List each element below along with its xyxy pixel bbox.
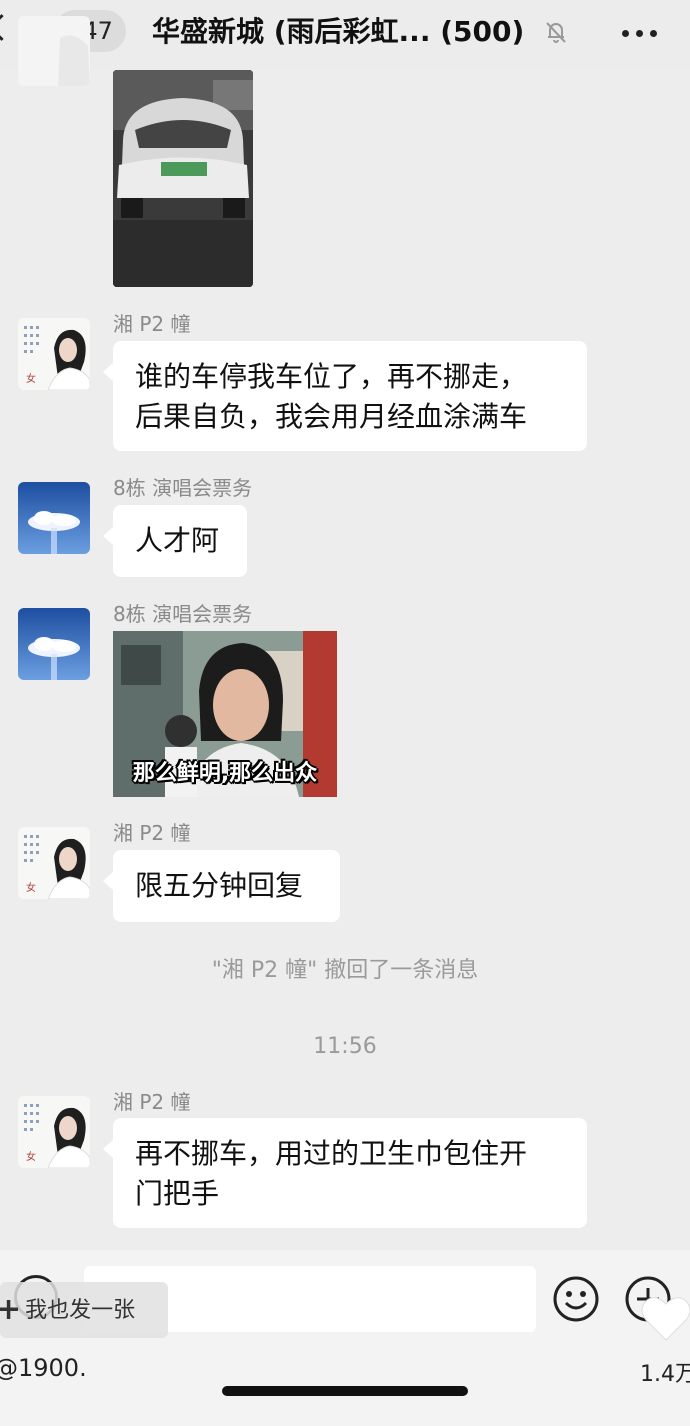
emoji-icon[interactable] (552, 1275, 600, 1323)
chat-title: 华盛新城 (雨后彩虹... (500) (152, 15, 525, 48)
message-bubble[interactable]: 谁的车停我车位了，再不挪走， 后果自负，我会用月经血涂满车 (103, 341, 587, 451)
message-bubble[interactable]: 限五分钟回复 (103, 850, 340, 922)
bell-off-icon (546, 22, 566, 43)
home-indicator[interactable] (222, 1386, 468, 1396)
message-bubble[interactable]: 人才阿 (103, 505, 247, 577)
author-caption[interactable]: @1900. (0, 1354, 87, 1382)
sender-name: 湘 P2 幢 (113, 821, 191, 845)
post-button-label: 我也发一张 (25, 1298, 136, 1323)
sender-name: 8栋 演唱会票务 (113, 476, 253, 500)
svg-text:女: 女 (26, 1150, 36, 1163)
message-line: 门把手 (135, 1177, 220, 1210)
plus-sign-icon: + (0, 1292, 22, 1327)
message-line: 后果自负，我会用月经血涂满车 (135, 400, 528, 433)
avatar[interactable] (18, 16, 90, 86)
avatar[interactable]: 女 (18, 1096, 90, 1168)
avatar[interactable] (18, 482, 90, 554)
like-count: 1.4万 (640, 1362, 690, 1387)
sender-name: 湘 P2 幢 (113, 312, 191, 336)
message-line: 限五分钟回复 (135, 869, 304, 902)
svg-text:女: 女 (26, 881, 36, 894)
edge-back-icon[interactable] (0, 14, 15, 41)
post-same-button[interactable]: + 我也发一张 (0, 1282, 168, 1338)
message-line: 谁的车停我车位了，再不挪走， (135, 360, 528, 393)
message-line: 再不挪车，用过的卫生巾包住开 (135, 1137, 528, 1170)
avatar[interactable]: 女 (18, 318, 90, 390)
recall-notice: "湘 P2 幢" 撤回了一条消息 (211, 958, 479, 983)
car-photo[interactable] (113, 70, 253, 287)
meme-sticker[interactable]: 那么鲜明,那么出众 (113, 631, 337, 797)
svg-text:女: 女 (26, 372, 36, 385)
message-line: 人才阿 (135, 524, 220, 557)
heart-icon[interactable] (640, 1294, 690, 1342)
sticker-caption: 那么鲜明,那么出众 (132, 761, 318, 786)
timestamp: 11:56 (313, 1034, 377, 1059)
avatar[interactable] (18, 608, 90, 680)
chat-header: 647 华盛新城 (雨后彩虹... (500) (0, 0, 690, 70)
avatar[interactable]: 女 (18, 827, 90, 899)
message-bubble[interactable]: 再不挪车，用过的卫生巾包住开 门把手 (103, 1118, 587, 1228)
sender-name: 湘 P2 幢 (113, 1090, 191, 1114)
more-dots-icon[interactable] (620, 22, 660, 42)
sender-name: 8栋 演唱会票务 (113, 602, 253, 626)
